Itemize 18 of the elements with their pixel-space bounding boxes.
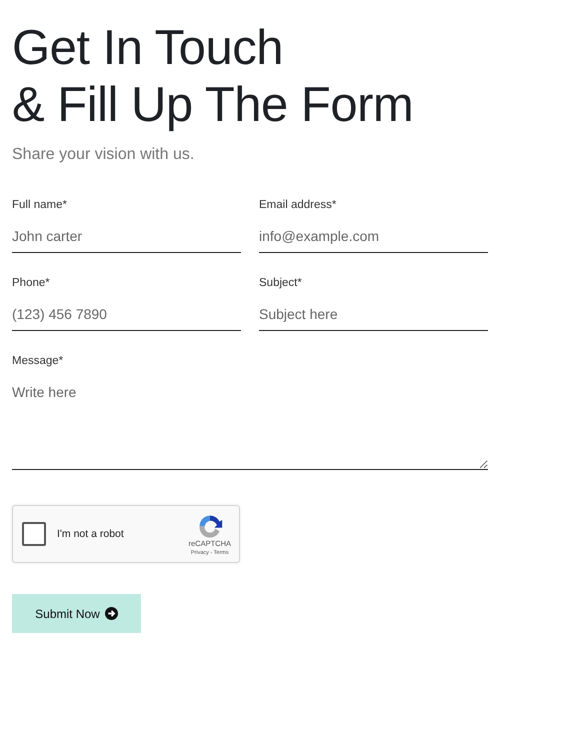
input-field[interactable]: John carter — [12, 228, 241, 253]
field-label: Full name* — [12, 199, 67, 211]
submit-button[interactable]: Submit Now — [12, 594, 141, 633]
message-field[interactable]: Write here — [12, 384, 488, 470]
field-label: Subject* — [259, 277, 302, 289]
captcha-label: I'm not a robot — [57, 528, 124, 540]
field-label: Message* — [12, 355, 64, 367]
heading-line: & Fill Up The Form — [12, 77, 414, 134]
field-label: Phone* — [12, 277, 50, 289]
input-field[interactable]: Subject here — [259, 306, 488, 331]
recaptcha-icon — [196, 512, 223, 538]
input-field[interactable]: info@example.com — [259, 228, 488, 253]
subtitle: Share your vision with us. — [12, 146, 194, 164]
heading-line: Get In Touch — [12, 20, 283, 77]
field-label: Email address* — [259, 199, 336, 211]
checkbox[interactable] — [22, 522, 46, 546]
input-field[interactable]: (123) 456 7890 — [12, 306, 241, 331]
arrow-icon — [104, 607, 118, 620]
